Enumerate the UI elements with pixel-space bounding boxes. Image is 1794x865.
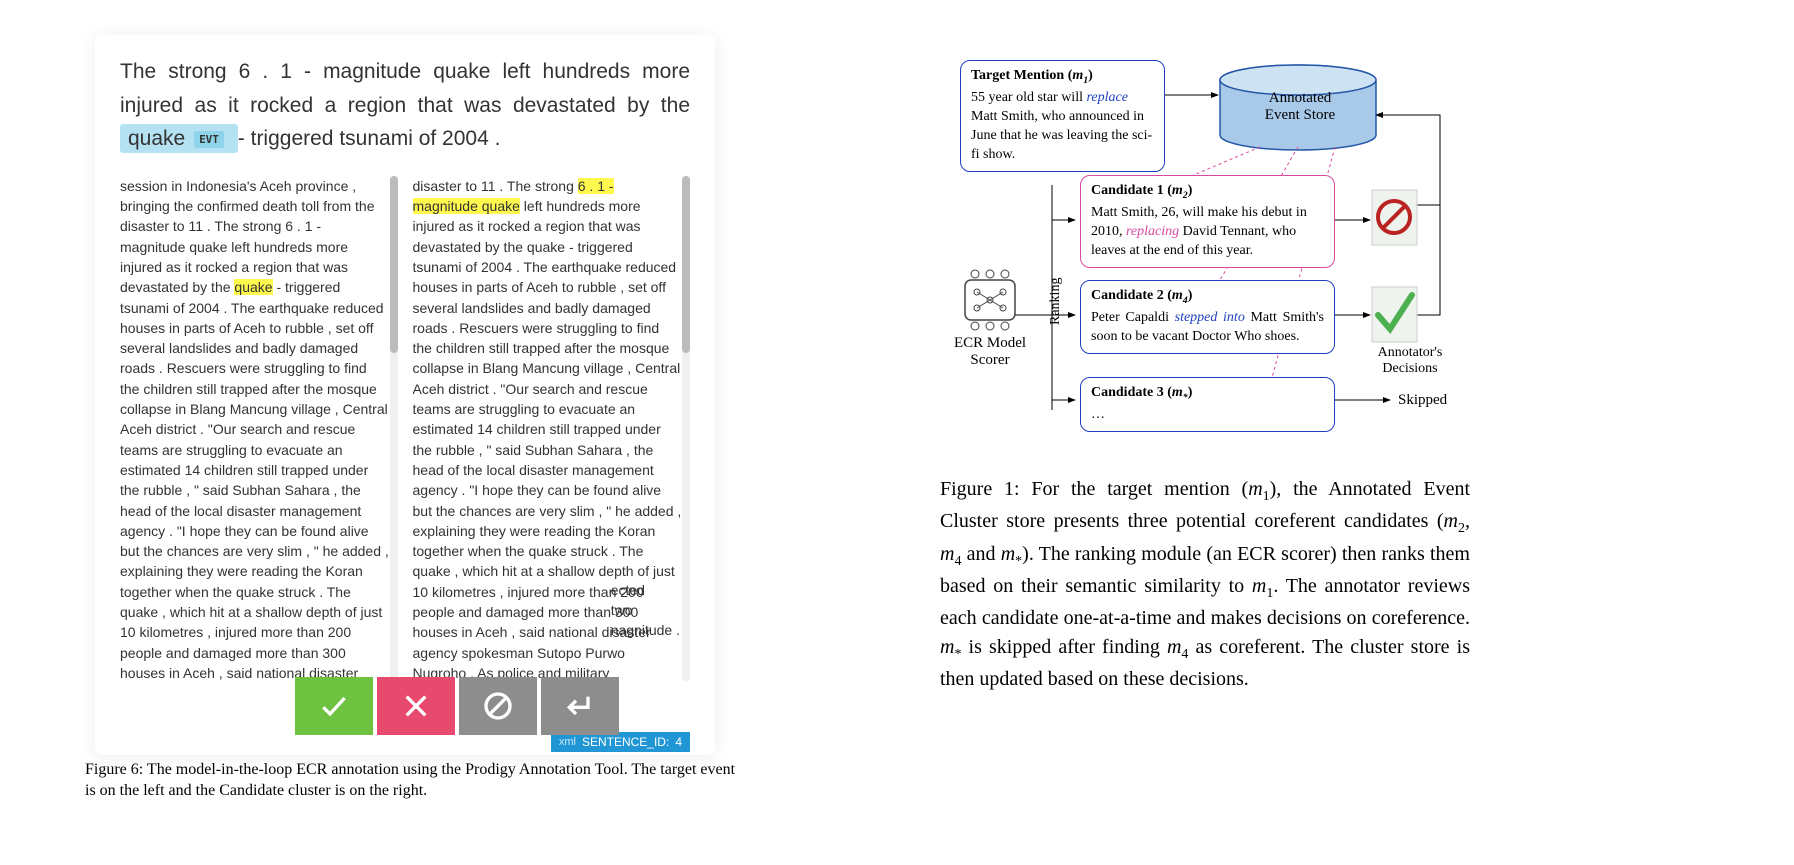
left-context-column[interactable]: session in Indonesia's Aceh province , b…: [120, 176, 398, 681]
skip-button[interactable]: [459, 677, 537, 735]
decision-buttons: [295, 677, 619, 735]
sentence-id-label: SENTENCE_ID:: [582, 735, 669, 749]
figure6-caption: Figure 6: The model-in-the-loop ECR anno…: [85, 760, 745, 802]
xml-label: xml: [559, 736, 576, 748]
main-sentence: The strong 6 . 1 - magnitude quake left …: [120, 55, 690, 156]
sentence-post: - triggered tsunami of 2004 .: [238, 127, 501, 150]
scroll-thumb[interactable]: [682, 176, 690, 353]
scrollbar-left[interactable]: [390, 176, 398, 681]
scroll-thumb[interactable]: [390, 176, 398, 353]
annotator-decisions-label: Annotator'sDecisions: [1360, 345, 1460, 377]
candidate1-box: Candidate 1 (m2) Matt Smith, 26, will ma…: [1080, 175, 1335, 268]
accept-button[interactable]: [295, 677, 373, 735]
event-store-label: AnnotatedEvent Store: [1250, 90, 1350, 124]
prodigy-panel: The strong 6 . 1 - magnitude quake left …: [95, 35, 715, 755]
return-icon: [564, 690, 596, 722]
scrollbar-right[interactable]: [682, 176, 690, 681]
ban-icon: [482, 690, 514, 722]
left-highlight: quake: [234, 279, 272, 295]
check-icon: [318, 690, 350, 722]
right-context-column[interactable]: disaster to 11 . The strong 6 . 1 - magn…: [413, 176, 691, 681]
undo-button[interactable]: [541, 677, 619, 735]
evt-highlight[interactable]: quake EVT: [120, 124, 238, 153]
candidate2-box: Candidate 2 (m4) Peter Capaldi stepped i…: [1080, 280, 1335, 354]
evt-label: EVT: [194, 131, 224, 148]
ecr-scorer-label: ECR ModelScorer: [940, 335, 1040, 369]
reject-button[interactable]: [377, 677, 455, 735]
context-columns: session in Indonesia's Aceh province , b…: [120, 176, 690, 681]
ecr-model-icon: [965, 270, 1015, 330]
skipped-label: Skipped: [1398, 392, 1447, 409]
diagram-panel: Target Mention (m1) 55 year old star wil…: [940, 55, 1470, 455]
sentence-id-value: 4: [675, 735, 682, 749]
figure1-caption: Figure 1: For the target mention (m1), t…: [940, 475, 1470, 694]
candidate3-box: Candidate 3 (m*) …: [1080, 377, 1335, 432]
sentence-id-bar: xml SENTENCE_ID: 4: [551, 732, 690, 752]
ranking-label: Ranking: [1048, 278, 1064, 325]
sentence-pre: The strong 6 . 1 - magnitude quake left …: [120, 60, 690, 117]
target-mention-box: Target Mention (m1) 55 year old star wil…: [960, 60, 1165, 172]
x-icon: [400, 690, 432, 722]
